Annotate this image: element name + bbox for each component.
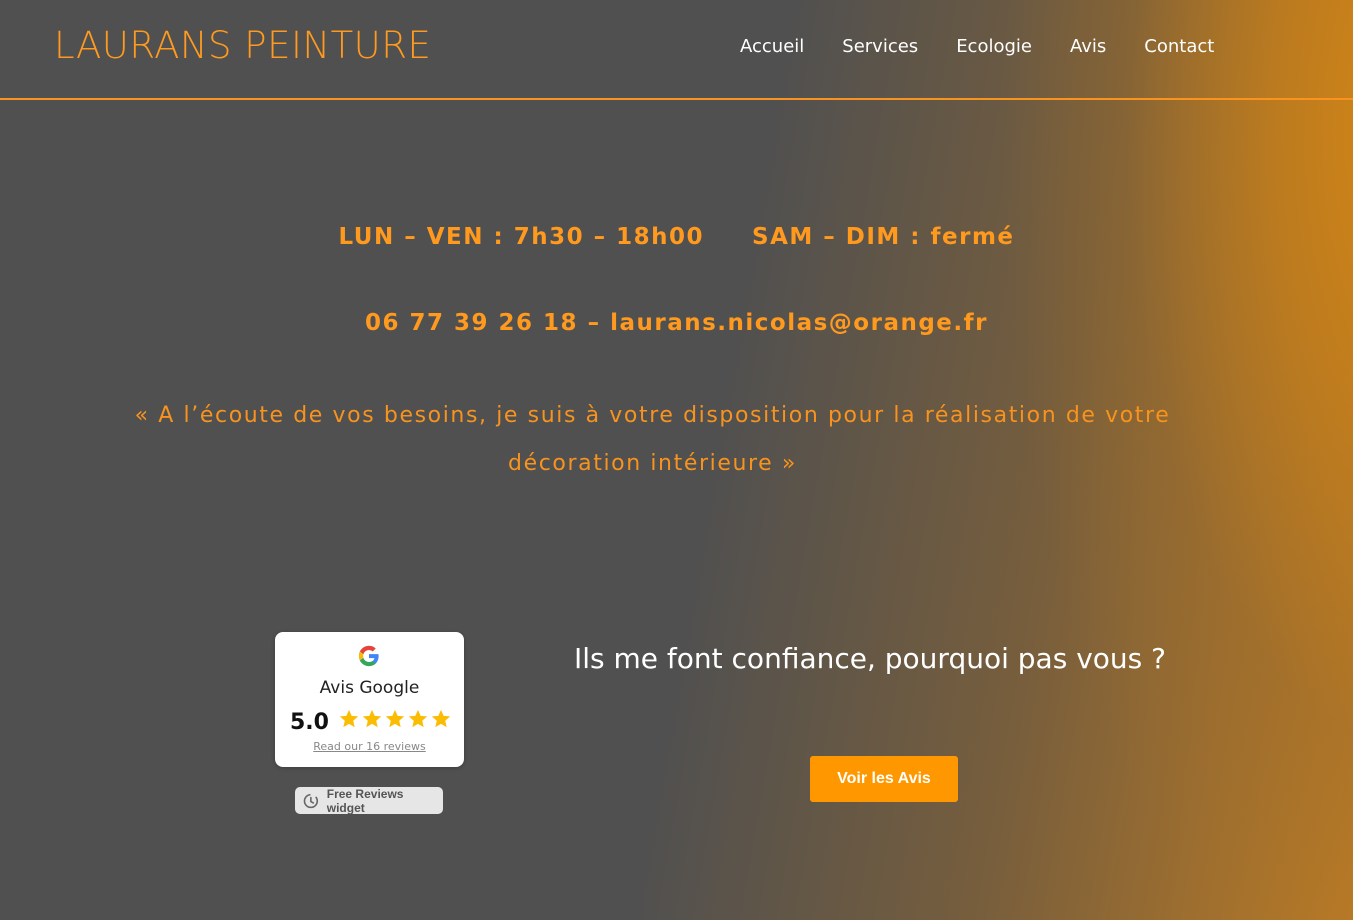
star-icon xyxy=(339,709,359,728)
google-g-icon xyxy=(358,645,379,667)
nav-ecologie[interactable]: Ecologie xyxy=(956,36,1032,57)
site-header: LAURANS PEINTURE Accueil Services Ecolog… xyxy=(0,0,1353,100)
reviews-title: Avis Google xyxy=(319,678,420,698)
free-reviews-widget-badge[interactable]: Free Reviews widget xyxy=(295,786,443,815)
site-logo[interactable]: LAURANS PEINTURE xyxy=(54,24,431,67)
contact-info: 06 77 39 26 18 – laurans.nicolas@orange.… xyxy=(365,310,988,336)
intro-quote: « A l’écoute de vos besoins, je suis à v… xyxy=(134,403,1171,476)
opening-hours: LUN – VEN : 7h30 – 18h00 SAM – DIM : ferm… xyxy=(0,224,1353,250)
nav-services[interactable]: Services xyxy=(842,36,918,57)
read-reviews-link[interactable]: Read our 16 reviews xyxy=(275,740,464,753)
reviews-score: 5.0 xyxy=(290,710,329,735)
trust-tagline: Ils me font confiance, pourquoi pas vous… xyxy=(574,642,1166,675)
voir-les-avis-button[interactable]: Voir les Avis xyxy=(810,756,958,802)
star-icon xyxy=(362,709,382,728)
main-nav: Accueil Services Ecologie Avis Contact xyxy=(740,36,1252,57)
hours-weekdays: LUN – VEN : 7h30 – 18h00 xyxy=(338,224,704,250)
star-icon xyxy=(431,709,451,728)
hours-weekend: SAM – DIM : fermé xyxy=(752,224,1015,250)
nav-contact[interactable]: Contact xyxy=(1144,36,1214,57)
widget-logo-icon xyxy=(303,793,319,808)
star-icon xyxy=(408,709,428,728)
nav-avis[interactable]: Avis xyxy=(1070,36,1106,57)
widget-badge-label: Free Reviews widget xyxy=(326,786,404,815)
star-icon xyxy=(385,709,405,728)
rating-stars xyxy=(338,708,452,730)
nav-accueil[interactable]: Accueil xyxy=(740,36,804,57)
